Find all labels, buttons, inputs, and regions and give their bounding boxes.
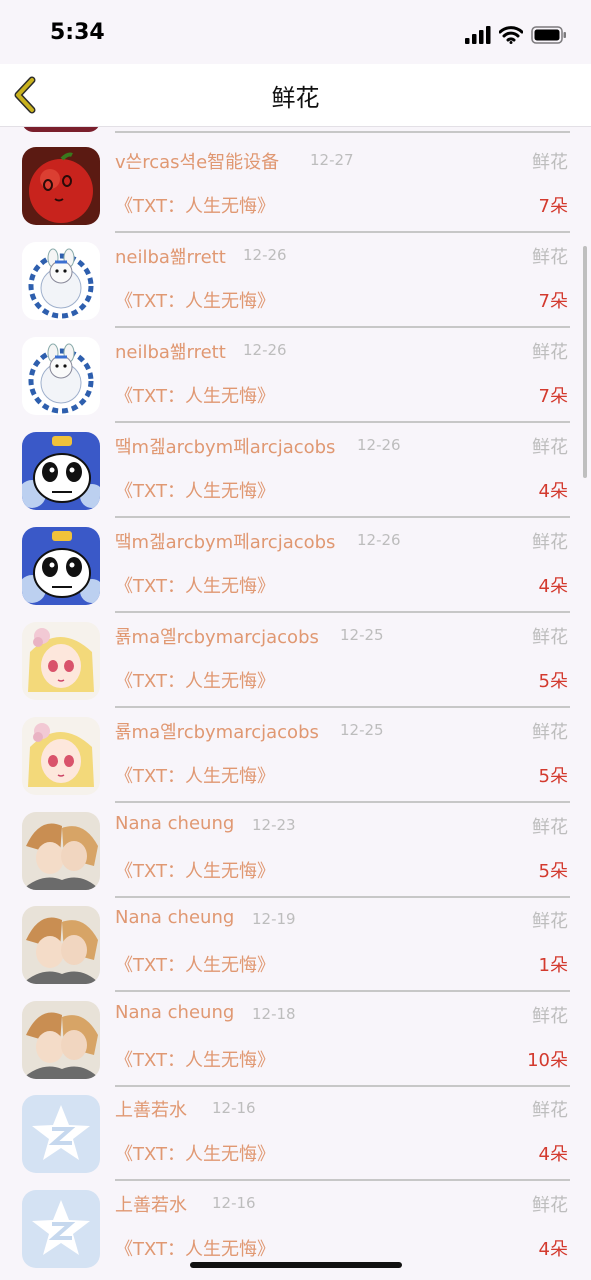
book-title[interactable]: 《TXT：人生无悔》 (115, 192, 275, 218)
sender-name[interactable]: Nana cheung (115, 1002, 234, 1023)
list-item[interactable]: 룕ma옐rcbymarcjacobs 12-25 鲜花 《TXT：人生无悔》 5… (0, 708, 591, 803)
avatar[interactable] (22, 1001, 100, 1079)
flower-count: 4朵 (538, 576, 568, 597)
avatar[interactable] (22, 242, 100, 320)
status-bar: 5:34 (0, 0, 591, 64)
flower-count: 5朵 (538, 671, 568, 692)
list-item[interactable]: neilba쐚rrett 12-26 鲜花 《TXT：人生无悔》 7朵 (0, 328, 591, 423)
list-item[interactable]: 룕ma옐rcbymarcjacobs 12-25 鲜花 《TXT：人生无悔》 5… (0, 613, 591, 708)
gift-date: 12-25 (340, 626, 384, 644)
avatar[interactable] (22, 717, 100, 795)
avatar[interactable] (22, 527, 100, 605)
flower-count: 1朵 (538, 955, 568, 976)
gift-type: 鲜花 (532, 817, 568, 838)
gift-type: 鲜花 (532, 342, 568, 363)
page-title: 鲜花 (271, 84, 320, 112)
divider (115, 131, 570, 133)
avatar[interactable] (22, 1190, 100, 1268)
sender-name[interactable]: neilba쐚rrett (115, 338, 226, 364)
book-title[interactable]: 《TXT：人生无悔》 (115, 762, 275, 788)
avatar[interactable] (22, 622, 100, 700)
gift-date: 12-18 (252, 1005, 296, 1023)
signal-icon (465, 26, 491, 48)
flower-count: 4朵 (538, 1239, 568, 1260)
list-item[interactable]: 上善若水 12-16 鲜花 《TXT：人生无悔》 4朵 (0, 1086, 591, 1181)
gift-type: 鲜花 (532, 911, 568, 932)
book-title[interactable]: 《TXT：人生无悔》 (115, 1140, 275, 1166)
gift-date: 12-25 (340, 721, 384, 739)
gift-type: 鲜花 (532, 247, 568, 268)
nav-bar: 鲜花 (0, 64, 591, 127)
flower-count: 7朵 (538, 386, 568, 407)
book-title[interactable]: 《TXT：人生无悔》 (115, 857, 275, 883)
list-item[interactable]: 땤m겚arcbym페arcjacobs 12-26 鲜花 《TXT：人生无悔》 … (0, 423, 591, 518)
avatar[interactable] (22, 812, 100, 890)
book-title[interactable]: 《TXT：人生无悔》 (115, 572, 275, 598)
flower-count: 4朵 (538, 481, 568, 502)
status-icons (465, 26, 567, 48)
gift-type: 鲜花 (532, 627, 568, 648)
gift-date: 12-26 (243, 341, 287, 359)
flower-count: 7朵 (538, 196, 568, 217)
sender-name[interactable]: neilba쐚rrett (115, 243, 226, 269)
battery-icon (531, 26, 567, 48)
gift-type: 鲜花 (532, 722, 568, 743)
list-item[interactable]: v쓴rcas셕e智能设备 12-27 鲜花 《TXT：人生无悔》 7朵 (0, 138, 591, 233)
sender-name[interactable]: 땤m겚arcbym페arcjacobs (115, 433, 335, 459)
gift-type: 鲜花 (532, 1006, 568, 1027)
list-item[interactable]: neilba쐚rrett 12-26 鲜花 《TXT：人生无悔》 7朵 (0, 233, 591, 328)
gift-type: 鲜花 (532, 152, 568, 173)
book-title[interactable]: 《TXT：人生无悔》 (115, 382, 275, 408)
gift-date: 12-16 (212, 1099, 256, 1117)
gift-type: 鲜花 (532, 1195, 568, 1216)
wifi-icon (498, 26, 524, 48)
sender-name[interactable]: 上善若水 (115, 1191, 187, 1217)
flower-count: 5朵 (538, 861, 568, 882)
gift-type: 鲜花 (532, 532, 568, 553)
flower-count: 4朵 (538, 1144, 568, 1165)
flower-count: 5朵 (538, 766, 568, 787)
gift-date: 12-26 (357, 531, 401, 549)
home-indicator[interactable] (190, 1262, 402, 1268)
avatar[interactable] (22, 147, 100, 225)
gift-date: 12-19 (252, 910, 296, 928)
avatar[interactable] (22, 432, 100, 510)
scrollbar[interactable] (583, 246, 587, 478)
sender-name[interactable]: Nana cheung (115, 813, 234, 834)
book-title[interactable]: 《TXT：人生无悔》 (115, 287, 275, 313)
book-title[interactable]: 《TXT：人生无悔》 (115, 667, 275, 693)
book-title[interactable]: 《TXT：人生无悔》 (115, 1235, 275, 1261)
gift-date: 12-27 (310, 151, 354, 169)
book-title[interactable]: 《TXT：人生无悔》 (115, 951, 275, 977)
flower-count: 7朵 (538, 291, 568, 312)
gift-date: 12-26 (243, 246, 287, 264)
sender-name[interactable]: 땤m겚arcbym페arcjacobs (115, 528, 335, 554)
list-item[interactable]: 땤m겚arcbym페arcjacobs 12-26 鲜花 《TXT：人生无悔》 … (0, 518, 591, 613)
sender-name[interactable]: 룕ma옐rcbymarcjacobs (115, 718, 319, 744)
avatar[interactable] (22, 337, 100, 415)
flower-count: 10朵 (527, 1050, 568, 1071)
avatar[interactable] (22, 1095, 100, 1173)
list-item[interactable]: Nana cheung 12-18 鲜花 《TXT：人生无悔》 10朵 (0, 992, 591, 1087)
gift-date: 12-16 (212, 1194, 256, 1212)
sender-name[interactable]: 룕ma옐rcbymarcjacobs (115, 623, 319, 649)
gift-type: 鲜花 (532, 1100, 568, 1121)
list-item[interactable]: Nana cheung 12-19 鲜花 《TXT：人生无悔》 1朵 (0, 897, 591, 992)
status-time: 5:34 (50, 20, 105, 45)
gift-date: 12-26 (357, 436, 401, 454)
sender-name[interactable]: 上善若水 (115, 1096, 187, 1122)
sender-name[interactable]: Nana cheung (115, 907, 234, 928)
book-title[interactable]: 《TXT：人生无悔》 (115, 477, 275, 503)
list-item[interactable]: Nana cheung 12-23 鲜花 《TXT：人生无悔》 5朵 (0, 803, 591, 898)
avatar[interactable] (22, 906, 100, 984)
gift-date: 12-23 (252, 816, 296, 834)
gift-type: 鲜花 (532, 437, 568, 458)
book-title[interactable]: 《TXT：人生无悔》 (115, 1046, 275, 1072)
sender-name[interactable]: v쓴rcas셕e智能设备 (115, 148, 279, 174)
